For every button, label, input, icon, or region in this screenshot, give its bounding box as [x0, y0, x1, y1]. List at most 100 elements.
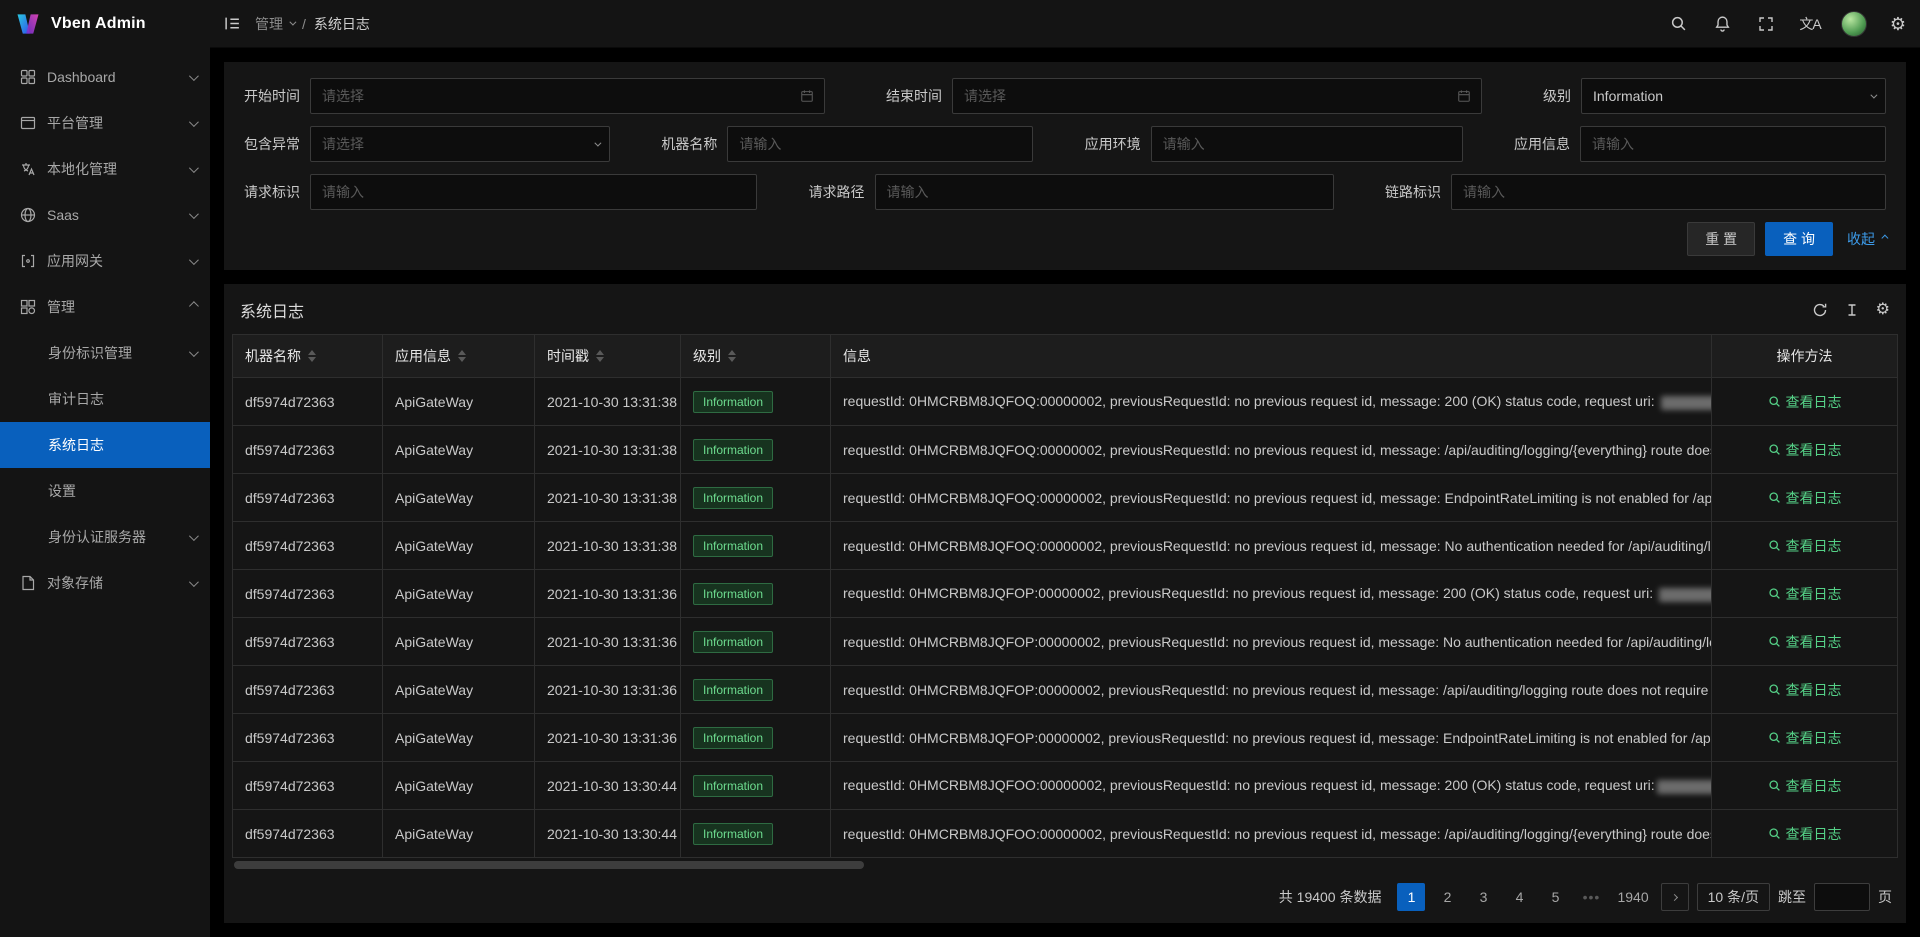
column-settings-icon[interactable]: ⚙ [1876, 302, 1890, 318]
chevron-down-icon [189, 255, 199, 265]
log-message: requestId: 0HMCRBM8JQFOQ:00000002, previ… [843, 490, 1712, 506]
start-time-datepicker[interactable] [310, 78, 825, 114]
jump-page-input[interactable] [1814, 883, 1870, 911]
field-app-info: 应用信息 [1514, 126, 1886, 162]
view-log-link[interactable]: 查看日志 [1768, 440, 1842, 460]
page-1[interactable]: 1 [1397, 883, 1425, 911]
column-header-machine[interactable]: 机器名称 [233, 335, 383, 378]
sidebar-item-saas[interactable]: Saas [0, 192, 210, 238]
view-log-label: 查看日志 [1786, 728, 1842, 748]
search-button[interactable]: 查 询 [1765, 222, 1833, 256]
sort-icons[interactable] [728, 350, 736, 362]
magnifier-icon [1768, 395, 1781, 408]
sidebar-item-manage[interactable]: 管理 [0, 284, 210, 330]
bell-icon[interactable] [1700, 0, 1744, 48]
sort-desc-icon [596, 357, 604, 362]
user-avatar[interactable] [1832, 0, 1876, 48]
storage-icon [20, 575, 37, 591]
sort-icons[interactable] [596, 350, 604, 362]
view-log-link[interactable]: 查看日志 [1768, 728, 1842, 748]
level-badge: Information [693, 679, 773, 701]
horizontal-scrollbar[interactable] [234, 861, 864, 869]
translate-icon[interactable]: 文A [1788, 0, 1832, 48]
view-log-link[interactable]: 查看日志 [1768, 632, 1842, 652]
collapse-form-link[interactable]: 收起 [1847, 229, 1886, 249]
column-header-timestamp[interactable]: 时间戳 [535, 335, 681, 378]
app-info-input[interactable] [1581, 136, 1885, 152]
request-id-input[interactable] [311, 184, 756, 200]
filter-actions: 重 置 查 询 收起 [244, 222, 1886, 256]
page-4[interactable]: 4 [1505, 883, 1533, 911]
page-3[interactable]: 3 [1469, 883, 1497, 911]
cell-action: 查看日志 [1712, 474, 1898, 522]
column-header-level[interactable]: 级别 [681, 335, 831, 378]
sidebar-item-audit-logs[interactable]: 审计日志 [0, 376, 210, 422]
page-5[interactable]: 5 [1541, 883, 1569, 911]
refresh-icon[interactable] [1812, 302, 1828, 318]
page-size-select[interactable]: 10 条/页 [1697, 883, 1770, 911]
sidebar-item-identity[interactable]: 身份标识管理 [0, 330, 210, 376]
sidebar-collapse-icon[interactable] [224, 15, 241, 32]
jump-prefix-label: 跳至 [1778, 887, 1806, 907]
request-path-input[interactable] [876, 184, 1333, 200]
sidebar-item-gateway[interactable]: 应用网关 [0, 238, 210, 284]
view-log-link[interactable]: 查看日志 [1768, 536, 1842, 556]
view-log-link[interactable]: 查看日志 [1768, 392, 1842, 412]
level-badge: Information [693, 583, 773, 605]
sidebar-item-settings[interactable]: 设置 [0, 468, 210, 514]
fullscreen-icon[interactable] [1744, 0, 1788, 48]
view-log-link[interactable]: 查看日志 [1768, 824, 1842, 844]
magnifier-icon [1768, 539, 1781, 552]
start-time-input[interactable] [311, 88, 800, 104]
logo[interactable]: Vben Admin [0, 0, 210, 48]
cell-timestamp: 2021-10-30 13:31:36 [535, 714, 681, 762]
sidebar-item-label: Saas [47, 207, 189, 223]
sidebar-item-label: 身份认证服务器 [48, 527, 189, 547]
jump-suffix-label: 页 [1878, 887, 1892, 907]
sort-asc-icon [458, 350, 466, 355]
page-1940[interactable]: 1940 [1613, 883, 1652, 911]
view-log-link[interactable]: 查看日志 [1768, 776, 1842, 796]
search-icon[interactable] [1656, 0, 1700, 48]
sidebar-item-dashboard[interactable]: Dashboard [0, 54, 210, 100]
view-log-link[interactable]: 查看日志 [1768, 584, 1842, 604]
column-header-app[interactable]: 应用信息 [383, 335, 535, 378]
page-2[interactable]: 2 [1433, 883, 1461, 911]
sidebar-item-auth-server[interactable]: 身份认证服务器 [0, 514, 210, 560]
trace-id-input[interactable] [1452, 184, 1885, 200]
cell-machine-name: df5974d72363 [233, 378, 383, 426]
trace-id-label: 链路标识 [1385, 182, 1441, 202]
sort-desc-icon [308, 357, 316, 362]
level-select[interactable]: Information [1581, 78, 1886, 114]
app-env-input[interactable] [1152, 136, 1462, 152]
pagination: 共 19400 条数据 12345•••1940 10 条/页 跳至 页 [232, 869, 1898, 917]
sidebar-item-localization[interactable]: 本地化管理 [0, 146, 210, 192]
column-label: 级别 [693, 346, 721, 366]
gear-icon[interactable]: ⚙ [1876, 0, 1920, 48]
sort-desc-icon [458, 357, 466, 362]
platform-icon [20, 115, 37, 131]
end-time-input[interactable] [953, 88, 1457, 104]
reset-button[interactable]: 重 置 [1687, 222, 1755, 256]
breadcrumb-parent[interactable]: 管理 [255, 14, 294, 34]
view-log-link[interactable]: 查看日志 [1768, 680, 1842, 700]
machine-name-input[interactable] [728, 136, 1032, 152]
sidebar-item-storage[interactable]: 对象存储 [0, 560, 210, 606]
sort-icons[interactable] [458, 350, 466, 362]
row-height-icon[interactable] [1844, 302, 1860, 318]
sidebar-item-platform[interactable]: 平台管理 [0, 100, 210, 146]
has-exception-select[interactable]: 请选择 [310, 126, 610, 162]
sort-icons[interactable] [308, 350, 316, 362]
page-ellipsis[interactable]: ••• [1577, 883, 1605, 911]
sort-asc-icon [596, 350, 604, 355]
view-log-label: 查看日志 [1786, 392, 1842, 412]
cell-level: Information [681, 810, 831, 858]
chevron-right-icon [1671, 893, 1678, 900]
chevron-up-icon [1881, 234, 1888, 241]
next-page-button[interactable] [1661, 883, 1689, 911]
column-header-action: 操作方法 [1712, 335, 1898, 378]
end-time-datepicker[interactable] [952, 78, 1482, 114]
sidebar-item-system-logs[interactable]: 系统日志 [0, 422, 210, 468]
view-log-link[interactable]: 查看日志 [1768, 488, 1842, 508]
sidebar-item-label: 管理 [47, 297, 189, 317]
